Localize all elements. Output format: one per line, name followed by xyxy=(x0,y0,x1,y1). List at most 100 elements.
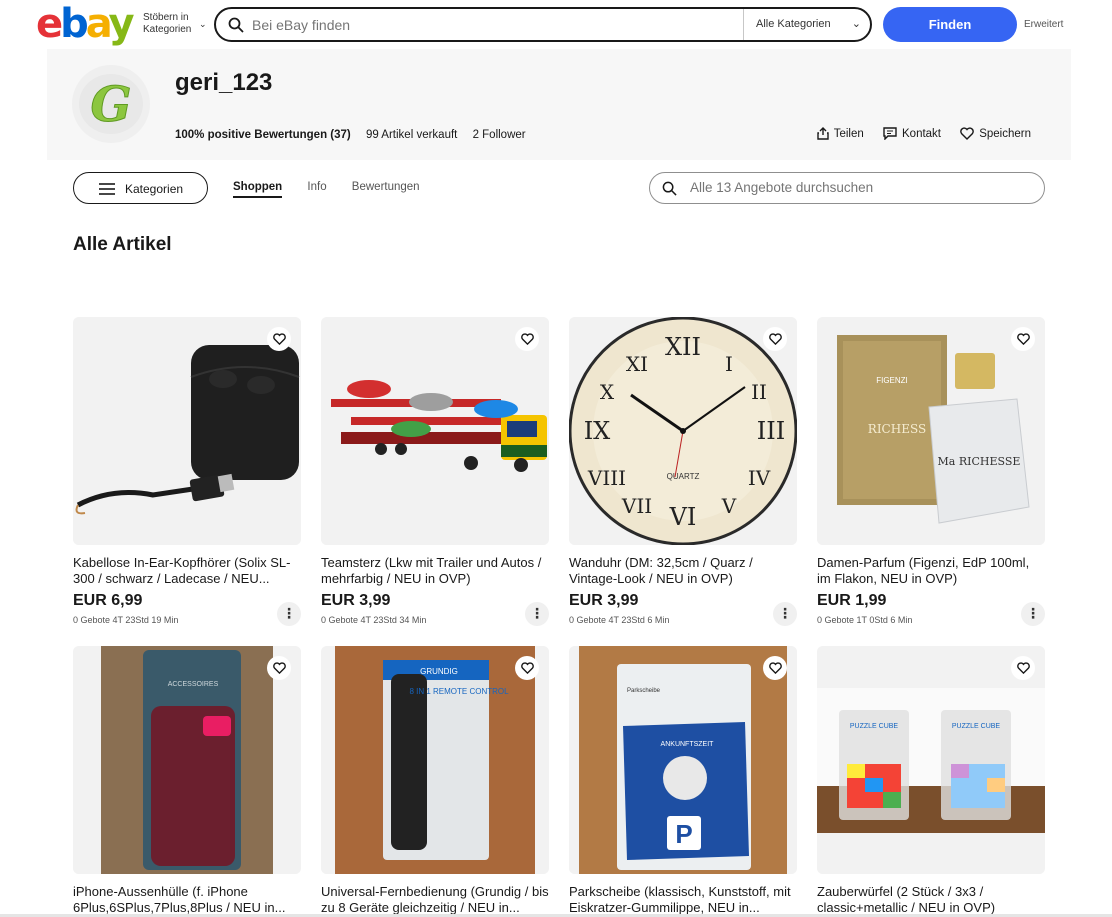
listing-meta: 0 Gebote 4T 23Std 19 Min xyxy=(73,615,179,625)
store-search xyxy=(649,172,1045,204)
listing-price: EUR 3,99 xyxy=(569,592,639,609)
watch-heart-button[interactable] xyxy=(515,327,539,351)
watch-heart-button[interactable] xyxy=(267,656,291,680)
find-button[interactable]: Finden xyxy=(883,7,1017,42)
svg-text:IX: IX xyxy=(584,417,611,445)
svg-text:Ma RICHESSE: Ma RICHESSE xyxy=(938,455,1021,468)
listing-meta: 0 Gebote 4T 23Std 6 Min xyxy=(569,615,670,625)
heart-icon xyxy=(768,662,782,674)
heart-icon xyxy=(960,127,974,140)
svg-text:P: P xyxy=(675,819,692,849)
listing-title[interactable]: Wanduhr (DM: 32,5cm / Quarz / Vintage-Lo… xyxy=(569,555,797,587)
more-options-button[interactable]: ⋮ xyxy=(525,602,549,626)
more-options-button[interactable]: ⋮ xyxy=(773,602,797,626)
store-stats: 100% positive Bewertungen (37) 99 Artike… xyxy=(175,129,538,141)
section-heading: Alle Artikel xyxy=(73,234,172,255)
chevron-down-icon: ⌄ xyxy=(851,18,861,30)
listing-title[interactable]: Zauberwürfel (2 Stück / 3x3 / classic+me… xyxy=(817,884,1045,916)
listing-image[interactable] xyxy=(73,317,301,545)
watch-heart-button[interactable] xyxy=(763,656,787,680)
listing-title[interactable]: Teamsterz (Lkw mit Trailer und Autos / m… xyxy=(321,555,549,587)
store-actions: Teilen Kontakt Speichern xyxy=(801,127,1031,143)
svg-text:PUZZLE CUBE: PUZZLE CUBE xyxy=(850,723,899,730)
listing-title[interactable]: Damen-Parfum (Figenzi, EdP 100ml, im Fla… xyxy=(817,555,1045,587)
svg-text:VIII: VIII xyxy=(587,466,626,490)
svg-text:V: V xyxy=(721,494,737,518)
save-seller-button[interactable]: Speichern xyxy=(960,127,1031,140)
items-sold: 99 Artikel verkauft xyxy=(365,129,458,141)
heart-icon xyxy=(272,662,286,674)
tab-bewertungen[interactable]: Bewertungen xyxy=(352,181,420,196)
more-options-button[interactable]: ⋮ xyxy=(277,602,301,626)
feedback-score[interactable]: 100% positive Bewertungen (37) xyxy=(175,129,351,141)
advanced-search-link[interactable]: Erweitert xyxy=(1024,19,1063,30)
categories-button[interactable]: Kategorien xyxy=(73,172,208,204)
listing-title[interactable]: Kabellose In-Ear-Kopfhörer (Solix SL-300… xyxy=(73,555,301,587)
listing-image[interactable]: Parkscheibe ANKUNFTSZEIT P xyxy=(569,646,797,874)
heart-icon xyxy=(272,333,286,345)
heart-icon xyxy=(1016,662,1030,674)
svg-text:III: III xyxy=(757,417,785,445)
listing-title[interactable]: Parkscheibe (klassisch, Kunststoff, mit … xyxy=(569,884,797,916)
store-name: geri_123 xyxy=(175,69,273,96)
watch-heart-button[interactable] xyxy=(1011,656,1035,680)
listing-image[interactable]: XII VI IX III I II IV V VII VIII X XI QU… xyxy=(569,317,797,545)
listing-title[interactable]: Universal-Fernbedienung (Grundig / bis z… xyxy=(321,884,549,916)
search-icon xyxy=(662,181,677,196)
ebay-logo[interactable]: ebay xyxy=(36,3,135,45)
heart-icon xyxy=(1016,333,1030,345)
svg-text:X: X xyxy=(600,380,615,404)
heart-icon xyxy=(520,662,534,674)
contact-button[interactable]: Kontakt xyxy=(883,127,941,140)
svg-text:FIGENZI: FIGENZI xyxy=(876,376,908,385)
listing-meta: 0 Gebote 4T 23Std 34 Min xyxy=(321,615,427,625)
tab-shoppen[interactable]: Shoppen xyxy=(233,181,283,198)
more-options-button[interactable]: ⋮ xyxy=(1021,602,1045,626)
search-input[interactable] xyxy=(252,16,732,34)
listing-title[interactable]: iPhone-Aussenhülle (f. iPhone 6Plus,6SPl… xyxy=(73,884,301,916)
share-button[interactable]: Teilen xyxy=(817,127,864,140)
svg-text:8 IN 1 REMOTE CONTROL: 8 IN 1 REMOTE CONTROL xyxy=(409,687,509,696)
message-icon xyxy=(883,127,897,140)
heart-icon xyxy=(520,333,534,345)
svg-text:IV: IV xyxy=(748,466,771,490)
store-search-input[interactable] xyxy=(690,180,1030,195)
watch-heart-button[interactable] xyxy=(515,656,539,680)
listing-image[interactable]: FIGENZI RICHESS Ma RICHESSE xyxy=(817,317,1045,545)
watch-heart-button[interactable] xyxy=(763,327,787,351)
listing-image[interactable]: PUZZLE CUBE PUZZLE CUBE xyxy=(817,646,1045,874)
browse-label: Stöbern in Kategorien xyxy=(143,12,192,35)
svg-text:II: II xyxy=(751,380,767,404)
svg-text:RICHESS: RICHESS xyxy=(868,422,926,436)
search-icon xyxy=(228,17,244,33)
global-search: Alle Kategorien ⌄ xyxy=(214,7,872,42)
svg-text:XI: XI xyxy=(626,352,648,376)
global-header: ebay Stöbern in Kategorien ⌄ Alle Katego… xyxy=(0,0,1112,48)
listing-image[interactable] xyxy=(321,317,549,545)
svg-text:QUARTZ: QUARTZ xyxy=(667,472,700,481)
browse-categories-button[interactable]: Stöbern in Kategorien ⌄ xyxy=(143,12,207,36)
svg-text:XII: XII xyxy=(665,333,701,361)
store-tabs: Shoppen Info Bewertungen xyxy=(233,181,442,198)
svg-text:GRUNDIG: GRUNDIG xyxy=(420,667,458,676)
store-avatar: G xyxy=(72,65,150,143)
svg-text:ACCESSOIRES: ACCESSOIRES xyxy=(168,681,219,688)
svg-text:PUZZLE CUBE: PUZZLE CUBE xyxy=(952,723,1001,730)
menu-icon xyxy=(99,183,115,195)
watch-heart-button[interactable] xyxy=(1011,327,1035,351)
heart-icon xyxy=(768,333,782,345)
watch-heart-button[interactable] xyxy=(267,327,291,351)
category-select[interactable]: Alle Kategorien ⌄ xyxy=(743,9,871,40)
category-select-value: Alle Kategorien xyxy=(756,18,831,30)
svg-text:ANKUNFTSZEIT: ANKUNFTSZEIT xyxy=(661,741,715,748)
svg-text:Parkscheibe: Parkscheibe xyxy=(627,688,661,694)
share-icon xyxy=(817,127,829,140)
tab-info[interactable]: Info xyxy=(307,181,326,196)
store-banner: G geri_123 100% positive Bewertungen (37… xyxy=(47,49,1071,160)
listing-meta: 0 Gebote 1T 0Std 6 Min xyxy=(817,615,913,625)
listing-price: EUR 3,99 xyxy=(321,592,391,609)
listing-image[interactable]: GRUNDIG 8 IN 1 REMOTE CONTROL xyxy=(321,646,549,874)
listing-image[interactable]: ACCESSOIRES xyxy=(73,646,301,874)
svg-text:I: I xyxy=(725,352,733,376)
chevron-down-icon: ⌄ xyxy=(199,19,207,29)
